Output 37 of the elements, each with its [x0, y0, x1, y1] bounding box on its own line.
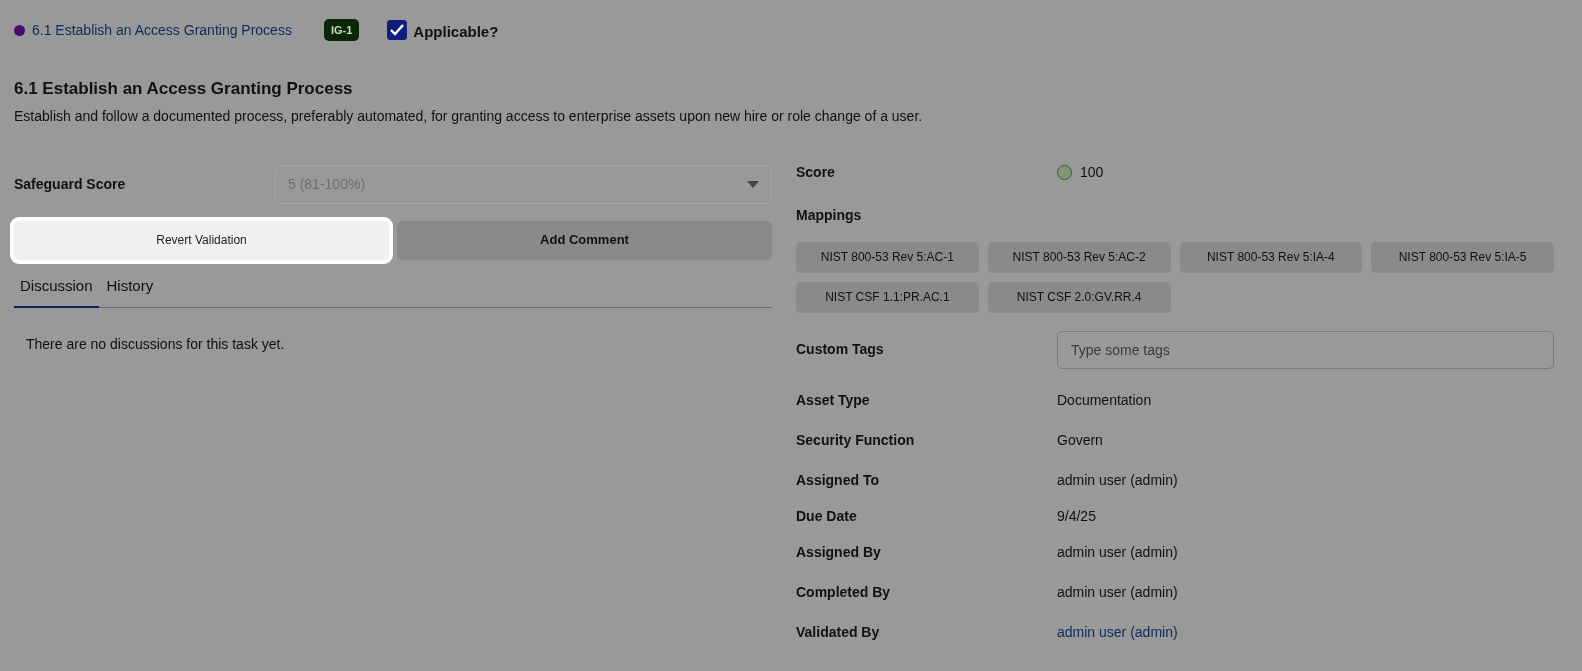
field-label: Assigned To	[796, 471, 880, 490]
tab[interactable]: Discussion	[14, 267, 99, 308]
field-value: admin user (admin)	[1057, 543, 1178, 562]
dropdown-caret-icon	[747, 180, 759, 188]
safeguard-title: 6.1 Establish an Access Granting Process	[14, 78, 354, 100]
mapping-tag: NIST CSF 1.1:PR.AC.1	[796, 281, 979, 313]
mapping-tag: NIST 800-53 Rev 5:AC-2	[987, 241, 1171, 273]
mapping-tag: NIST 800-53 Rev 5:IA-5	[1371, 241, 1554, 273]
applicable-checkbox[interactable]	[387, 20, 408, 40]
field-value: admin user (admin)	[1057, 583, 1178, 602]
safeguard-description: Establish and follow a documented process, preferably automated, for granting access to enterprise assets upon new hire or role change of a user.	[14, 106, 924, 126]
tab[interactable]: History	[98, 267, 162, 308]
empty-message: There are no discussions for this task yet.	[26, 334, 286, 354]
tags-input[interactable]: Type some tags	[1057, 330, 1554, 369]
score-value: 100	[1080, 163, 1104, 182]
user-link[interactable]: admin user (admin)	[1057, 622, 1178, 643]
applicable-label: Applicable?	[413, 21, 499, 42]
field-label: Asset Type	[796, 391, 871, 410]
field-label: Custom Tags	[796, 340, 885, 359]
mapping-tag: NIST CSF 2.0:GV.RR.4	[987, 281, 1171, 313]
mapping-tag: NIST 800-53 Rev 5:AC-1	[796, 241, 979, 273]
field-value: 9/4/25	[1057, 507, 1096, 526]
safeguard-link[interactable]: 6.1 Establish an Access Granting Process	[32, 19, 292, 41]
ig-badge: IG-1	[323, 18, 360, 42]
field-label: Assigned By	[796, 543, 882, 562]
field-label: Safeguard Score	[14, 174, 127, 194]
field-label: Validated By	[796, 623, 881, 642]
field-value: Govern	[1057, 431, 1103, 450]
field-label: Completed By	[796, 583, 892, 602]
field-value: Documentation	[1057, 391, 1152, 410]
field-label: Score	[796, 163, 836, 182]
add-comment-button[interactable]: Add Comment	[397, 220, 772, 260]
field-label: Security Function	[796, 431, 916, 450]
field-label: Mappings	[796, 205, 863, 225]
field-label: Due Date	[796, 507, 858, 526]
mapping-tag: NIST 800-53 Rev 5:IA-4	[1179, 241, 1363, 273]
field-value: admin user (admin)	[1057, 471, 1178, 490]
